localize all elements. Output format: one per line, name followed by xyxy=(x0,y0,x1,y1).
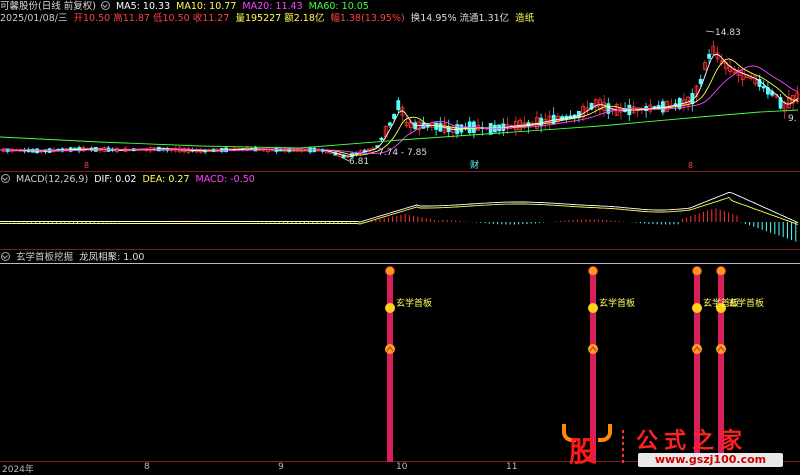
smiley-icon xyxy=(385,303,395,313)
money-bag-icon xyxy=(692,266,702,276)
right-price-label: 9. xyxy=(788,114,797,124)
macd-dif-line xyxy=(0,191,799,224)
money-bag-icon xyxy=(385,266,395,276)
x-axis-label: 8 xyxy=(144,462,150,472)
event-mark[interactable]: 8 xyxy=(688,161,693,170)
candle-body xyxy=(396,100,401,111)
event-mark-finance[interactable]: 财 xyxy=(470,159,479,171)
watermark-url: www.gszj100.com xyxy=(638,453,783,467)
watermark-name: 公式之家 xyxy=(636,429,749,454)
high-pointer xyxy=(705,30,715,33)
money-bag-icon xyxy=(716,266,726,276)
candle-body xyxy=(577,110,581,118)
chart-canvas[interactable]: 14.83 6.81 7.74 - 7.85 9. 8 财 8 xyxy=(0,0,800,474)
smiley-icon xyxy=(588,303,598,313)
high-price-label: 14.83 xyxy=(715,28,741,38)
event-mark[interactable]: 8 xyxy=(84,161,89,170)
candle-body xyxy=(387,122,392,126)
signal-label: 玄学首板 xyxy=(396,299,433,309)
macd-dea-line xyxy=(0,196,799,225)
range-label: 7.74 - 7.85 xyxy=(378,148,427,158)
candle-body xyxy=(392,113,397,119)
x-axis-label: 10 xyxy=(396,462,408,472)
signal-pillar xyxy=(387,268,393,462)
low-price-label: 6.81 xyxy=(349,157,369,167)
signal-label: 玄学首板 xyxy=(728,299,765,309)
arrow-up-icon xyxy=(385,344,395,354)
candle-body xyxy=(438,122,443,132)
candle-body xyxy=(413,122,418,130)
arrow-up-icon xyxy=(716,344,726,354)
watermark-bull-icon: 股 xyxy=(560,422,614,468)
x-axis-label: 11 xyxy=(506,462,518,472)
candlestick-series xyxy=(1,40,800,159)
candle-body xyxy=(698,78,703,85)
candle-body xyxy=(379,137,384,141)
candle-body xyxy=(707,53,711,59)
candle-body xyxy=(677,98,682,110)
candle-body xyxy=(761,86,766,89)
macd-series xyxy=(0,191,799,242)
signal-label: 玄学首板 xyxy=(599,299,636,309)
smiley-icon xyxy=(692,303,702,313)
watermark-char: 股 xyxy=(569,435,598,468)
arrow-up-icon xyxy=(588,344,598,354)
watermark-logo: 股 公式之家 www.gszj100.com xyxy=(560,420,800,472)
x-axis-label: 2024年 xyxy=(2,465,34,475)
arrow-up-icon xyxy=(692,344,702,354)
money-bag-icon xyxy=(588,266,598,276)
x-axis-label: 9 xyxy=(278,462,284,472)
candle-body xyxy=(446,126,451,133)
